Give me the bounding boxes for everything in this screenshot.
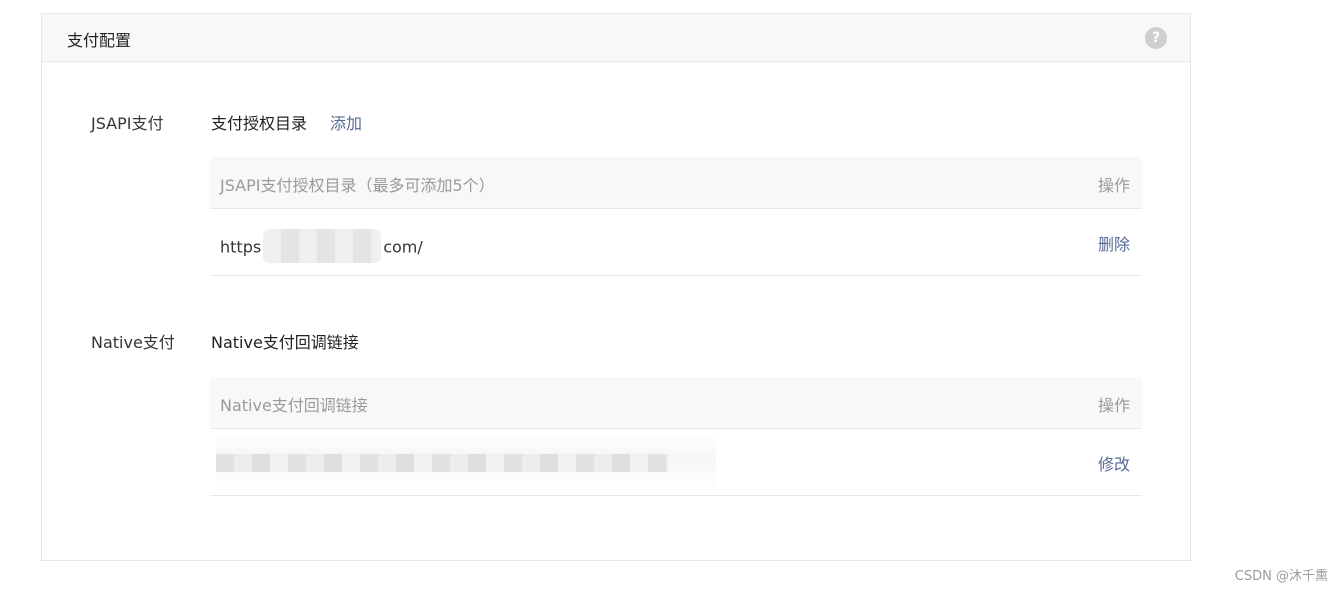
redacted-mosaic (263, 229, 382, 263)
table-header: Native支付回调链接 操作 (210, 377, 1142, 429)
payment-config-panel: 支付配置 ? JSAPI支付 支付授权目录 添加 JSAPI支付授权目录（最多可… (41, 13, 1191, 561)
column-header-action: 操作 (1097, 396, 1130, 415)
table-row: 修改 (210, 429, 1142, 496)
add-directory-link[interactable]: 添加 (330, 110, 362, 134)
native-row-label: Native支付 (91, 333, 175, 352)
delete-link[interactable]: 删除 (1098, 231, 1130, 255)
column-header-directory: JSAPI支付授权目录（最多可添加5个） (220, 176, 495, 195)
jsapi-directory-table: JSAPI支付授权目录（最多可添加5个） 操作 https com/ 删除 (210, 157, 1142, 276)
directory-url: https com/ (220, 229, 423, 265)
panel-title: 支付配置 (67, 31, 132, 50)
panel-header: 支付配置 ? (42, 14, 1190, 62)
jsapi-section-title: 支付授权目录 (211, 114, 308, 133)
question-circle-icon[interactable]: ? (1145, 27, 1167, 49)
native-section-title: Native支付回调链接 (211, 333, 359, 352)
edit-link[interactable]: 修改 (1098, 451, 1130, 475)
jsapi-row-label: JSAPI支付 (91, 114, 164, 133)
watermark: CSDN @沐千熏 (1234, 569, 1328, 584)
table-row: https com/ 删除 (210, 209, 1142, 276)
table-header: JSAPI支付授权目录（最多可添加5个） 操作 (210, 157, 1142, 209)
native-callback-table: Native支付回调链接 操作 修改 (210, 377, 1142, 496)
column-header-callback: Native支付回调链接 (220, 396, 368, 415)
redacted-callback-url (216, 454, 668, 472)
column-header-action: 操作 (1097, 176, 1130, 195)
url-suffix: com/ (383, 237, 423, 257)
url-prefix: https (220, 237, 262, 257)
